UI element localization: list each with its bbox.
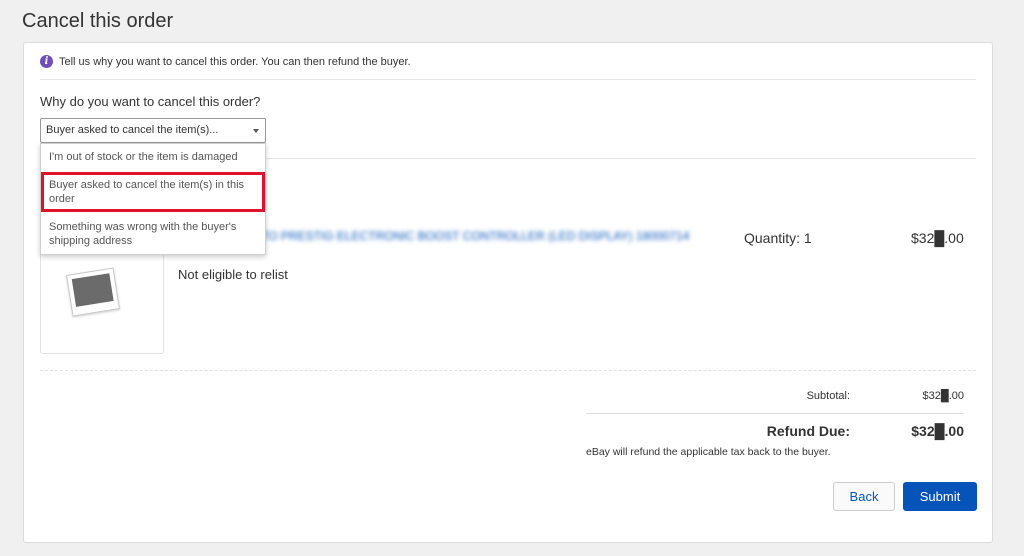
item-quantity: Quantity: 1 [744, 230, 812, 246]
option-wrong-address[interactable]: Something was wrong with the buyer's shi… [41, 214, 265, 254]
info-banner: i Tell us why you want to cancel this or… [40, 55, 411, 68]
cancel-reason-question: Why do you want to cancel this order? [40, 94, 261, 109]
option-buyer-asked[interactable]: Buyer asked to cancel the item(s) in thi… [41, 172, 265, 212]
back-button[interactable]: Back [833, 482, 895, 511]
cancel-reason-selected: Buyer asked to cancel the item(s)... [46, 124, 219, 136]
tax-refund-note: eBay will refund the applicable tax back… [586, 446, 831, 458]
cancel-reason-select[interactable]: Buyer asked to cancel the item(s)... [40, 118, 266, 143]
divider [586, 413, 964, 414]
item-price: $32█.00 [911, 230, 964, 246]
chevron-down-icon [253, 129, 259, 133]
divider [40, 370, 976, 371]
refund-due-label: Refund Due: [766, 423, 850, 439]
refund-due-value: $32█.00 [911, 423, 964, 439]
divider [40, 79, 976, 80]
page-title: Cancel this order [22, 10, 174, 32]
cancel-order-card: i Tell us why you want to cancel this or… [23, 42, 993, 543]
info-icon: i [40, 55, 53, 68]
info-text: Tell us why you want to cancel this orde… [59, 55, 411, 68]
option-out-of-stock[interactable]: I'm out of stock or the item is damaged [41, 144, 265, 170]
cancel-reason-dropdown: I'm out of stock or the item is damaged … [40, 143, 266, 255]
subtotal-value: $32█.00 [922, 390, 964, 402]
item-title-link[interactable]: ATO PRESTIG ELECTRONIC BOOST CONTROLLER … [254, 229, 724, 243]
image-placeholder-icon [66, 267, 120, 317]
subtotal-label: Subtotal: [806, 390, 850, 402]
submit-button[interactable]: Submit [903, 482, 977, 511]
relist-status: Not eligible to relist [178, 267, 288, 282]
